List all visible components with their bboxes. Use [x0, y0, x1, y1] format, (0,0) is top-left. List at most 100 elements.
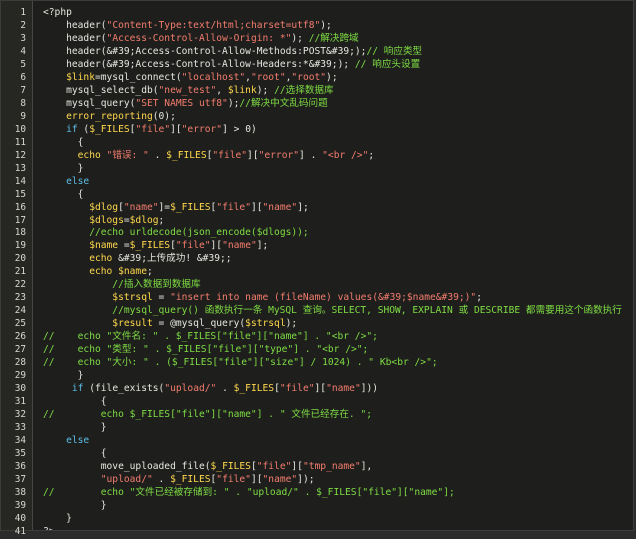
code-line[interactable]: header("Access-Control-Allow-Origin: *")…	[43, 33, 633, 46]
code-token: $_FILES	[210, 460, 251, 472]
line-number: 22	[14, 279, 26, 291]
code-line[interactable]: echo $name;	[43, 266, 633, 279]
code-line[interactable]: }	[43, 163, 633, 176]
line-number: 25	[14, 318, 26, 330]
code-token: "name"	[326, 383, 361, 395]
code-line[interactable]: if ($_FILES["file"]["error"] > 0)	[43, 124, 633, 137]
code-token: mysql_select_db(	[43, 84, 159, 96]
code-line[interactable]: {	[43, 448, 633, 461]
line-number: 10	[14, 123, 26, 135]
code-line[interactable]: }	[43, 370, 633, 383]
code-token: "error"	[181, 123, 223, 135]
code-token: // 响应头设置	[354, 58, 421, 70]
code-line[interactable]: //插入数据到数据库	[43, 279, 633, 292]
line-number: 18	[14, 227, 26, 239]
code-line[interactable]: move_uploaded_file($_FILES["file"]["tmp_…	[43, 461, 633, 474]
code-line[interactable]: // echo $_FILES["file"]["name"] . " 文件已经…	[43, 409, 633, 422]
code-line[interactable]: $name =$_FILES["file"]["name"];	[43, 240, 633, 253]
line-number: 19	[14, 240, 26, 252]
line-number: 31	[14, 396, 26, 408]
code-token: // echo "文件已经被存储到: " . "upload/" . $_FIL…	[43, 486, 455, 498]
code-line[interactable]: // echo "文件已经被存储到: " . "upload/" . $_FIL…	[43, 487, 633, 500]
code-line[interactable]: //echo urldecode(json_encode($dlogs));	[43, 227, 633, 240]
code-line[interactable]: }	[43, 513, 633, 526]
line-number: 20	[14, 253, 26, 265]
code-token: $_FILES	[170, 201, 211, 213]
code-line[interactable]: mysql_query("SET NAMES utf8");//解决中文乱码问题	[43, 98, 633, 111]
code-line[interactable]: // echo "文件名: " . $_FILES["file"]["name"…	[43, 331, 633, 344]
code-line[interactable]: ?>	[43, 526, 633, 530]
code-line[interactable]: $result = @mysql_query($strsql);	[43, 318, 633, 331]
code-line[interactable]: }	[43, 422, 633, 435]
code-token: //插入数据到数据库	[43, 279, 201, 291]
code-line[interactable]: else	[43, 176, 633, 189]
code-token: }	[43, 370, 84, 382]
code-area[interactable]: <?php header("Content-Type:text/html;cha…	[33, 1, 633, 530]
line-number: 35	[14, 447, 26, 459]
code-token: "file"	[216, 201, 251, 213]
code-line[interactable]: echo "错误: " . $_FILES["file"]["error"] .…	[43, 150, 633, 163]
line-number: 8	[20, 97, 26, 109]
code-line[interactable]: header(&#39;Access-Control-Allow-Headers…	[43, 59, 633, 72]
line-number: 36	[14, 460, 26, 472]
code-line[interactable]: {	[43, 189, 633, 202]
code-token: "upload/"	[164, 383, 217, 395]
code-token: ][	[291, 460, 303, 472]
code-token: "localhost"	[181, 71, 246, 83]
code-line[interactable]: //mysql_query() 函数执行一条 MySQL 查询。SELECT, …	[43, 305, 633, 318]
code-token: ;	[146, 266, 153, 278]
code-token: }	[43, 162, 84, 174]
line-number: 28	[14, 357, 26, 369]
code-token: ;	[158, 214, 165, 226]
line-number: 1	[20, 7, 26, 18]
code-line[interactable]: <?php	[43, 7, 633, 20]
code-token: $dlog	[43, 201, 119, 213]
code-token: //mysql_query() 函数执行一条 MySQL 查询。SELECT, …	[43, 305, 622, 317]
code-line[interactable]: $dlogs=$dlog;	[43, 215, 633, 228]
code-token: "new_test"	[158, 84, 217, 96]
code-line[interactable]: $dlog["name"]=$_FILES["file"]["name"];	[43, 202, 633, 215]
line-number-gutter: 1 2 3 4 5 6 7 8 9 10 11 12 13 14 15 16 17 18 19 20 21 22 23 24 2…	[1, 1, 33, 537]
code-line[interactable]: {	[43, 396, 633, 409]
code-token: $_FILES	[170, 473, 211, 485]
code-token: echo $name	[43, 266, 147, 278]
code-line[interactable]: echo &#39;上传成功! &#39;;	[43, 253, 633, 266]
code-token: );	[227, 97, 240, 109]
code-editor[interactable]: 1 2 3 4 5 6 7 8 9 10 11 12 13 14 15 16 17 18 19 20 21 22 23 24 2…	[0, 0, 634, 537]
code-line[interactable]: "upload/" . $_FILES["file"]["name"]);	[43, 474, 633, 487]
code-token: ][	[247, 149, 259, 161]
code-line[interactable]: mysql_select_db("new_test", $link); //选择…	[43, 85, 633, 98]
code-line[interactable]: {	[43, 137, 633, 150]
code-token: "file"	[175, 240, 211, 252]
code-token: "file"	[135, 123, 171, 135]
code-line[interactable]: $link=mysql_connect("localhost","root","…	[43, 72, 633, 85]
code-token: // echo "类型: " . $_FILES["file"]["type"]…	[43, 344, 369, 356]
line-number: 14	[14, 175, 26, 187]
line-number: 27	[14, 344, 26, 356]
code-token: ][	[250, 201, 263, 213]
code-token: // 响应类型	[366, 45, 423, 57]
line-number: 2	[20, 19, 26, 31]
code-line[interactable]: // echo "大小: " . ($_FILES["file"]["size"…	[43, 357, 633, 370]
code-line[interactable]: error_reporting(0);	[43, 111, 633, 124]
code-token: else	[43, 434, 90, 446]
code-token: );	[285, 318, 298, 330]
code-line[interactable]: header(&#39;Access-Control-Allow-Methods…	[43, 46, 633, 59]
code-token: ,	[216, 84, 228, 96]
code-line[interactable]: $strsql = "insert into name (fileName) v…	[43, 292, 633, 305]
code-token: "name"	[222, 240, 257, 252]
line-number: 13	[14, 162, 26, 174]
code-token: .	[148, 149, 167, 161]
line-number: 23	[14, 292, 26, 304]
code-line[interactable]: }	[43, 500, 633, 513]
code-token: //解决中文乱码问题	[239, 97, 328, 109]
code-line[interactable]: header("Content-Type:text/html;charset=u…	[43, 20, 633, 33]
code-token: move_uploaded_file(	[43, 460, 211, 472]
code-token: //解决跨域	[308, 32, 359, 44]
code-token: "root"	[250, 71, 286, 83]
code-line[interactable]: else	[43, 435, 633, 448]
code-token: if	[43, 123, 78, 135]
code-line[interactable]: // echo "类型: " . $_FILES["file"]["type"]…	[43, 344, 633, 357]
code-line[interactable]: if (file_exists("upload/" . $_FILES["fil…	[43, 383, 633, 396]
code-token: .	[152, 473, 171, 485]
